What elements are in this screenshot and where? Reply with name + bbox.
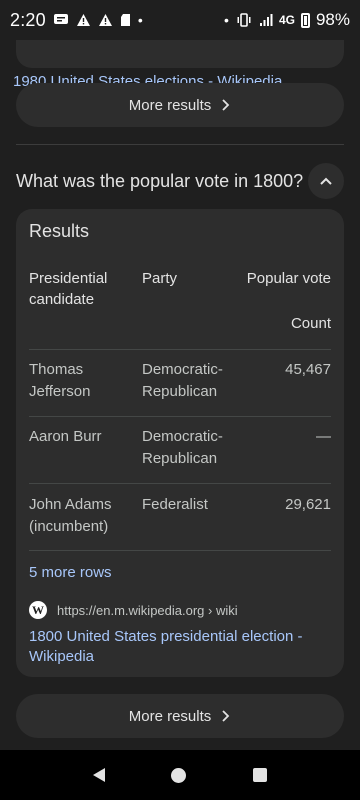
cell-party: Federalist <box>142 496 208 513</box>
source-link[interactable]: 1800 United States presidential election… <box>29 627 329 667</box>
vibrate-icon <box>237 13 251 27</box>
results-card: Results Presidential candidate Party Pop… <box>16 209 344 677</box>
chevron-up-icon <box>320 177 332 185</box>
cell-party: Democratic-Republican <box>142 361 223 400</box>
status-left: 2:20 • <box>10 10 143 31</box>
dot-icon: • <box>137 12 143 28</box>
cell-candidate: John Adams (incumbent) <box>29 496 112 535</box>
collapse-question-button[interactable] <box>308 163 344 199</box>
row-divider <box>29 349 331 350</box>
source-row[interactable]: W https://en.m.wikipedia.org › wiki <box>29 601 238 619</box>
chevron-right-icon <box>222 99 230 111</box>
cell-votes: 29,621 <box>285 496 331 513</box>
section-divider <box>16 144 344 145</box>
cell-votes: 45,467 <box>285 361 331 378</box>
recents-icon[interactable] <box>252 768 267 782</box>
more-results-label: More results <box>128 96 212 114</box>
back-icon[interactable] <box>93 768 106 782</box>
question-text: What was the popular vote in 1800? <box>16 170 304 191</box>
chevron-right-icon <box>222 710 230 722</box>
related-question[interactable]: What was the popular vote in 1800? <box>16 163 344 199</box>
sd-card-icon <box>120 14 130 26</box>
cell-candidate: Aaron Burr <box>29 428 102 445</box>
status-time: 2:20 <box>10 9 46 30</box>
network-type: 4G <box>278 13 295 27</box>
row-divider <box>29 483 331 484</box>
status-bar: 2:20 • • 4G 98% <box>0 0 360 40</box>
signal-icon <box>259 14 273 26</box>
dot-icon: • <box>224 12 229 28</box>
search-results-content[interactable]: 1980 United States elections - Wikipedia… <box>0 40 360 750</box>
header-count: Count <box>290 315 331 332</box>
row-divider <box>29 550 331 551</box>
battery-icon <box>300 12 310 28</box>
more-results-button[interactable]: More results <box>16 694 344 738</box>
more-results-button[interactable]: More results <box>16 83 344 127</box>
source-url: https://en.m.wikipedia.org › wiki <box>57 602 238 618</box>
header-candidate: Presidential candidate <box>29 270 108 308</box>
cell-candidate: Thomas Jefferson <box>29 361 91 400</box>
status-right: • 4G 98% <box>224 10 350 30</box>
cell-party: Democratic-Republican <box>142 428 223 467</box>
warning-icon <box>98 14 112 26</box>
previous-result-card <box>16 40 344 68</box>
results-title: Results <box>29 221 90 241</box>
header-party: Party <box>142 270 178 287</box>
row-divider <box>29 416 331 417</box>
home-icon[interactable] <box>171 767 187 783</box>
cell-votes: — <box>316 428 331 445</box>
warning-icon <box>76 14 90 26</box>
wikipedia-icon: W <box>29 601 47 619</box>
more-rows-link[interactable]: 5 more rows <box>29 564 112 581</box>
message-notification-icon <box>53 14 68 24</box>
more-results-label: More results <box>128 707 212 725</box>
battery-percent: 98% <box>315 10 350 29</box>
system-nav-bar <box>0 750 360 800</box>
header-popular-vote: Popular vote <box>246 270 331 287</box>
